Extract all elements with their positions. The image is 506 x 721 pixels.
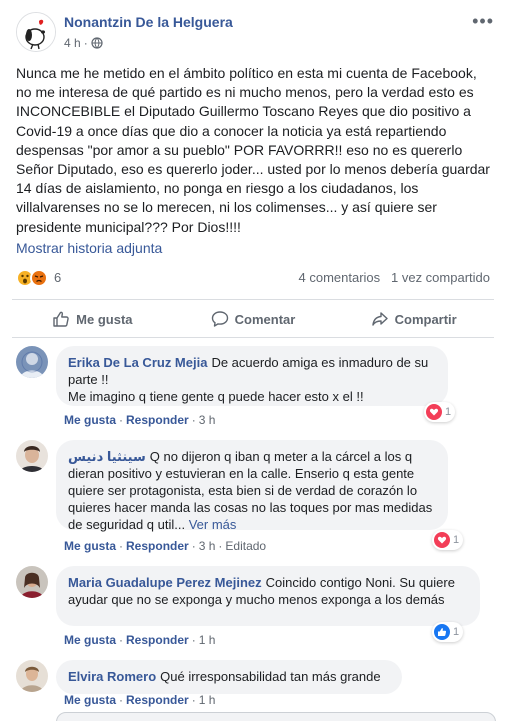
comment-button[interactable]: Comentar — [173, 302, 334, 336]
divider — [12, 337, 494, 338]
author-avatar[interactable] — [16, 12, 56, 52]
commenter-avatar[interactable] — [16, 440, 48, 472]
post-actions-bar: Me gusta Comentar Compartir — [12, 302, 494, 336]
commenter-avatar[interactable] — [16, 346, 48, 378]
post-header: Nonantzin De la Helguera 4 h · ••• — [16, 8, 496, 58]
comment-reply-link[interactable]: Responder — [126, 413, 189, 427]
comment-meta: Me gusta · Responder · 1 h — [64, 693, 216, 707]
comment-text: Qué irresponsabilidad tan más grande — [160, 669, 381, 684]
comment-reaction-count: 1 — [453, 534, 460, 546]
comment-like-link[interactable]: Me gusta — [64, 693, 116, 707]
comment-edited[interactable]: Editado — [225, 539, 266, 553]
share-arrow-icon — [371, 312, 388, 326]
comment-reaction-badge[interactable]: 1 — [432, 530, 464, 550]
snoopy-avatar-icon — [17, 13, 55, 51]
meta-separator: · — [83, 36, 88, 50]
see-more-link[interactable]: Ver más — [189, 517, 237, 532]
comment-reaction-count: 1 — [445, 406, 452, 418]
like-button[interactable]: Me gusta — [12, 302, 173, 336]
post-body-text: Nunca me he metido en el ámbito político… — [16, 65, 490, 235]
comment-reply-link[interactable]: Responder — [126, 693, 189, 707]
comment-time[interactable]: 1 h — [199, 633, 216, 647]
comment-bubble: Erika De La Cruz Mejia De acuerdo amiga e… — [56, 346, 448, 406]
comment-bubble: سينثيا دنيس Q no dijeron q iban q meter a… — [56, 440, 448, 532]
post-meta: 4 h · — [64, 36, 103, 50]
write-comment-input[interactable] — [56, 712, 496, 721]
divider — [12, 299, 494, 300]
comment-meta: Me gusta · Responder · 3 h · Editado — [64, 539, 267, 553]
comment-bubble-icon — [211, 311, 228, 327]
comment-like-link[interactable]: Me gusta — [64, 413, 116, 427]
thumbs-up-icon — [434, 624, 450, 640]
comment-like-link[interactable]: Me gusta — [64, 633, 116, 647]
reaction-count[interactable]: 6 — [54, 270, 61, 285]
comment-bubble: Elvira Romero Qué irresponsabilidad tan m… — [56, 660, 402, 694]
comment-reply-link[interactable]: Responder — [126, 633, 189, 647]
comment-time[interactable]: 3 h — [199, 539, 216, 553]
commenter-name[interactable]: Erika De La Cruz Mejia — [68, 355, 207, 370]
love-icon — [434, 532, 450, 548]
comment-like-link[interactable]: Me gusta — [64, 539, 116, 553]
like-button-label: Me gusta — [76, 311, 133, 327]
commenter-avatar[interactable] — [16, 566, 48, 598]
comment-meta: Me gusta · Responder · 1 h — [64, 633, 216, 647]
comment-text-line2: Me imagino q tiene gente q puede hacer e… — [68, 389, 364, 404]
comment-time[interactable]: 3 h — [199, 413, 216, 427]
share-button[interactable]: Compartir — [333, 302, 494, 336]
reaction-icons[interactable] — [16, 269, 48, 287]
shares-count[interactable]: 1 vez compartido — [391, 270, 490, 285]
comment-reply-link[interactable]: Responder — [126, 539, 189, 553]
thumbs-up-icon — [53, 311, 69, 327]
comment-time[interactable]: 1 h — [199, 693, 216, 707]
comment-bubble: Maria Guadalupe Perez Mejinez Coincido co… — [56, 566, 480, 626]
globe-icon — [91, 37, 103, 49]
post-stats: 4 comentarios 1 vez compartido — [299, 270, 491, 285]
love-icon — [426, 404, 442, 420]
commenter-name[interactable]: سينثيا دنيس — [68, 449, 146, 464]
comment-meta: Me gusta · Responder · 3 h — [64, 413, 216, 427]
comment-reaction-badge[interactable]: 1 — [424, 402, 456, 422]
post-time[interactable]: 4 h — [64, 36, 81, 50]
comment-reaction-count: 1 — [453, 626, 460, 638]
angry-icon — [30, 269, 48, 287]
comment-button-label: Comentar — [234, 311, 296, 327]
post-author-name[interactable]: Nonantzin De la Helguera — [64, 14, 233, 30]
commenter-name[interactable]: Maria Guadalupe Perez Mejinez — [68, 575, 262, 590]
see-attached-story-link[interactable]: Mostrar historia adjunta — [16, 240, 162, 256]
comment-reaction-badge[interactable]: 1 — [432, 622, 464, 642]
comments-count[interactable]: 4 comentarios — [299, 270, 381, 285]
commenter-avatar[interactable] — [16, 660, 48, 692]
share-button-label: Compartir — [394, 311, 457, 327]
reactions-summary: 6 4 comentarios 1 vez compartido — [16, 266, 490, 290]
commenter-name[interactable]: Elvira Romero — [68, 669, 156, 684]
more-options-icon[interactable]: ••• — [472, 12, 494, 30]
